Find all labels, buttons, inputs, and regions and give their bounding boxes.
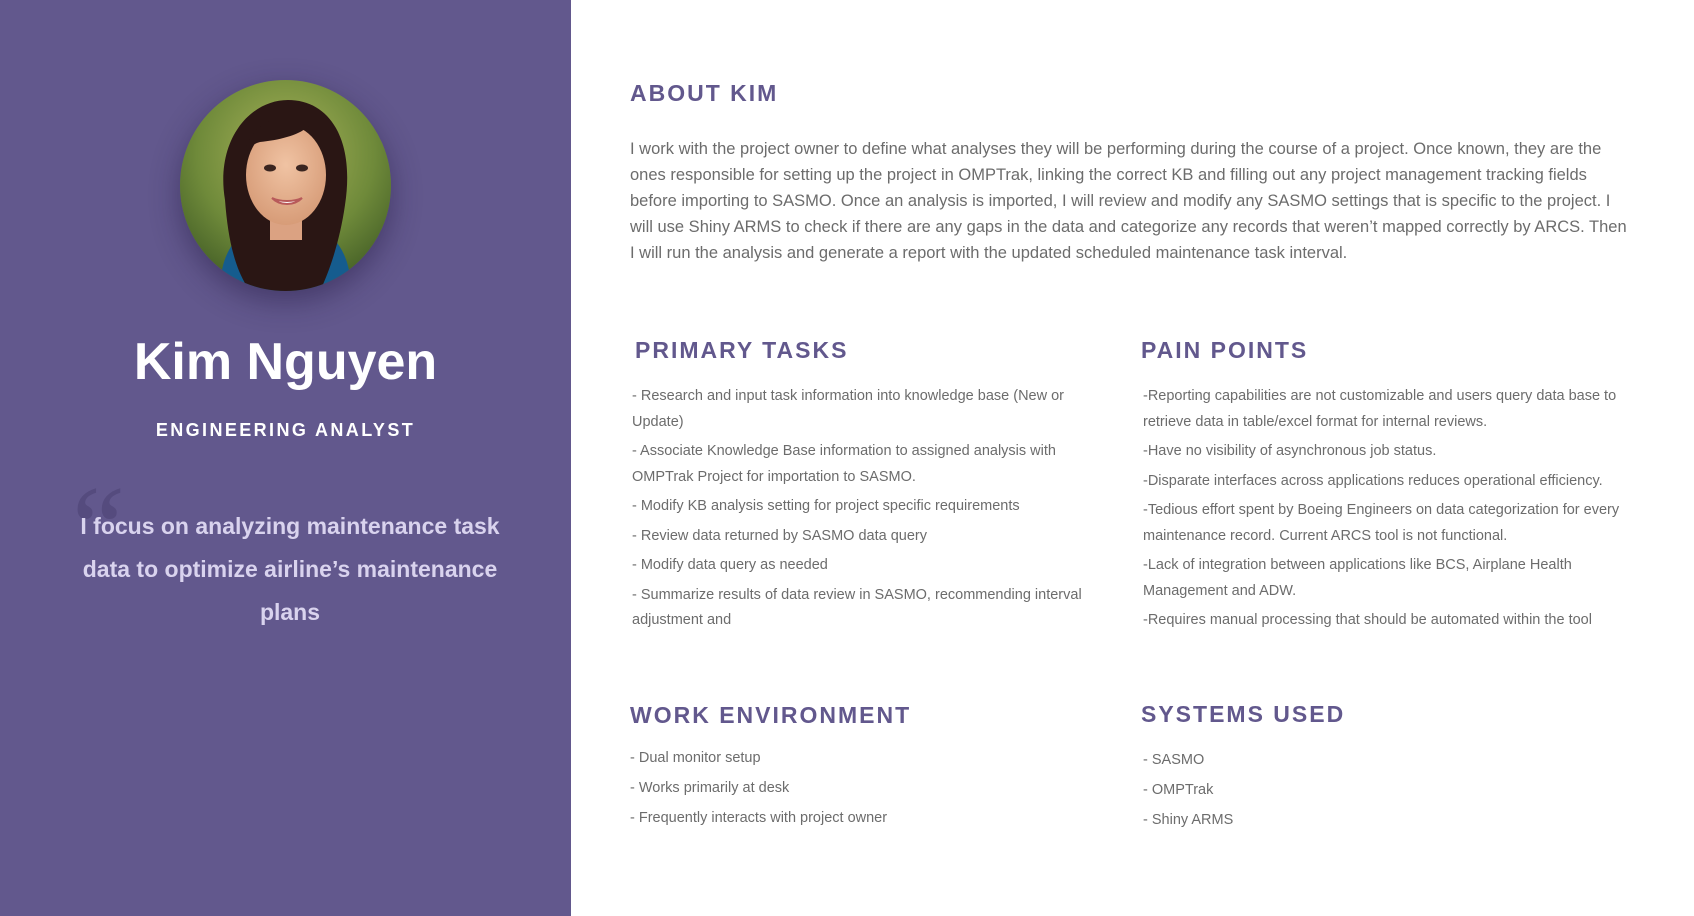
systems-used-heading: SYSTEMS USED bbox=[1141, 701, 1346, 727]
pain-points-heading: PAIN POINTS bbox=[1141, 337, 1309, 363]
list-item: - Modify data query as needed bbox=[632, 557, 828, 573]
list-item: - Summarize results of data review in SA… bbox=[632, 586, 1082, 629]
list-item: -Disparate interfaces across application… bbox=[1143, 472, 1603, 489]
work-environment-list: - Dual monitor setup - Works primarily a… bbox=[630, 746, 1080, 836]
profile-panel: Kim Nguyen ENGINEERING ANALYST “ I focus… bbox=[0, 0, 571, 916]
list-item: - OMPTrak bbox=[1143, 782, 1214, 798]
primary-tasks-heading: PRIMARY TASKS bbox=[635, 337, 849, 363]
persona-page: Kim Nguyen ENGINEERING ANALYST “ I focus… bbox=[0, 0, 1694, 916]
about-heading: ABOUT KIM bbox=[630, 80, 779, 106]
person-role: ENGINEERING ANALYST bbox=[155, 420, 416, 440]
avatar bbox=[180, 80, 391, 291]
primary-tasks-list: - Research and input task information in… bbox=[632, 384, 1082, 638]
about-text: I work with the project owner to define … bbox=[630, 140, 1627, 262]
list-item: -Have no visibility of asynchronous job … bbox=[1143, 443, 1437, 459]
list-item: - Dual monitor setup bbox=[630, 750, 761, 766]
list-item: -Reporting capabilities are not customiz… bbox=[1143, 388, 1617, 430]
person-name: Kim Nguyen bbox=[133, 333, 438, 391]
list-item: - Research and input task information in… bbox=[632, 388, 1065, 430]
list-item: - Review data returned by SASMO data que… bbox=[632, 527, 927, 544]
persona-quote: I focus on analyzing maintenance task da… bbox=[80, 513, 500, 625]
list-item: - Associate Knowledge Base information t… bbox=[632, 443, 1056, 485]
list-item: - Works primarily at desk bbox=[630, 780, 790, 796]
list-item: -Requires manual processing that should … bbox=[1143, 612, 1592, 628]
list-item: - Frequently interacts with project owne… bbox=[630, 810, 888, 826]
list-item: -Lack of integration between application… bbox=[1143, 557, 1572, 599]
systems-used-list: - SASMO - OMPTrak - Shiny ARMS bbox=[1143, 748, 1593, 838]
list-item: -Tedious effort spent by Boeing Engineer… bbox=[1143, 502, 1620, 544]
list-item: - Modify KB analysis setting for project… bbox=[632, 498, 1020, 514]
list-item: - SASMO bbox=[1143, 752, 1205, 768]
work-environment-heading: WORK ENVIRONMENT bbox=[630, 702, 912, 728]
avatar-portrait bbox=[180, 80, 391, 291]
list-item: - Shiny ARMS bbox=[1143, 812, 1234, 828]
pain-points-list: -Reporting capabilities are not customiz… bbox=[1143, 384, 1633, 638]
